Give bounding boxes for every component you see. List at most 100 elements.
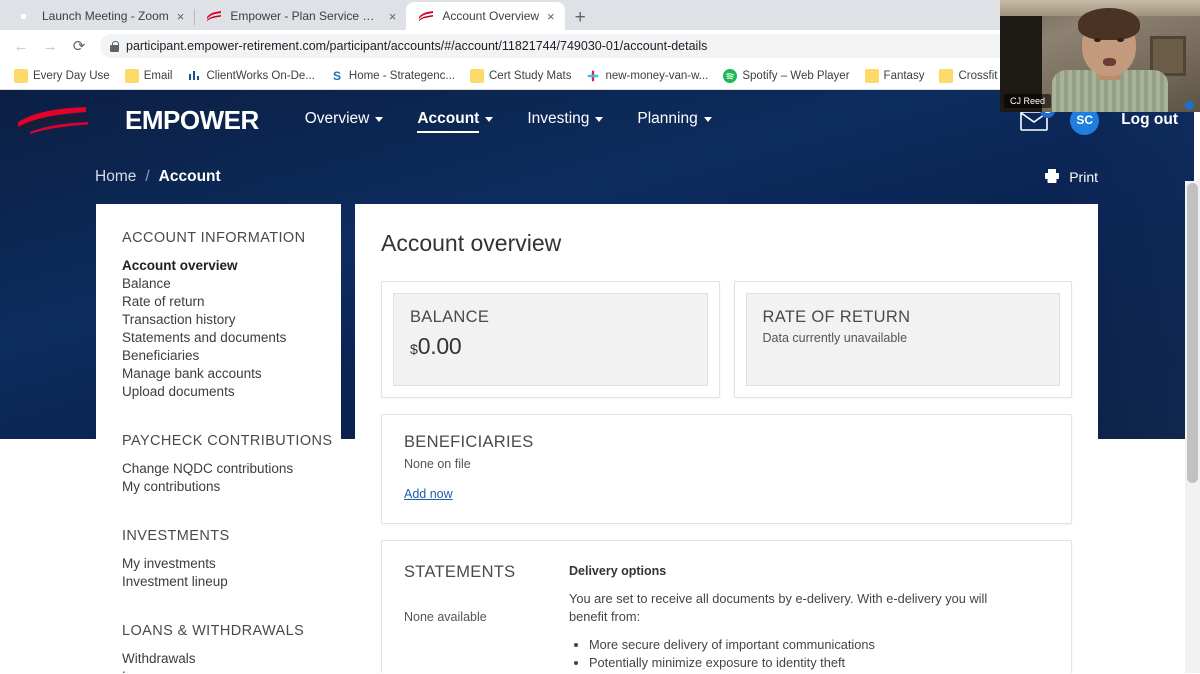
sidebar-item-my-investments[interactable]: My investments: [122, 555, 341, 573]
new-tab-button[interactable]: +: [575, 8, 586, 27]
clientworks-icon: [187, 68, 202, 83]
breadcrumb: Home / Account: [95, 168, 221, 186]
slack-icon: [586, 68, 601, 83]
sidebar-item-upload-documents[interactable]: Upload documents: [122, 383, 341, 401]
forward-icon[interactable]: →: [37, 33, 63, 59]
bookmark-item[interactable]: S Home - Strategenc...: [324, 67, 461, 85]
sidebar-item-rate-of-return[interactable]: Rate of return: [122, 293, 341, 311]
bookmark-item[interactable]: Every Day Use: [8, 67, 116, 85]
bookmark-item[interactable]: Email: [119, 67, 179, 85]
page-content: ACCOUNT INFORMATION Account overview Bal…: [0, 204, 1200, 673]
delivery-options: Delivery options You are set to receive …: [569, 559, 1049, 672]
printer-icon: [1044, 168, 1060, 186]
bookmark-label: ClientWorks On-De...: [206, 69, 315, 82]
folder-icon: [864, 68, 879, 83]
balance-label: BALANCE: [410, 308, 490, 326]
empower-logo[interactable]: EMPOWER: [16, 105, 259, 136]
chevron-down-icon: [375, 117, 384, 122]
empower-logo-icon: [16, 105, 116, 135]
sidebar-item-withdrawals[interactable]: Withdrawals: [122, 650, 341, 668]
page-title: Account overview: [381, 230, 562, 256]
sidebar-item-loans[interactable]: Loans: [122, 668, 341, 673]
add-beneficiary-link[interactable]: Add now: [404, 487, 453, 501]
breadcrumb-home[interactable]: Home: [95, 168, 136, 186]
close-icon[interactable]: ×: [547, 10, 555, 23]
chevron-down-icon: [485, 117, 494, 122]
webcam-participant-name: CJ Reed: [1004, 94, 1052, 108]
sidebar-item-my-contributions[interactable]: My contributions: [122, 478, 341, 496]
browser-tab-zoom[interactable]: Launch Meeting - Zoom ×: [6, 2, 195, 30]
webcam-person-eye-left: [1094, 38, 1101, 42]
logout-button[interactable]: Log out: [1121, 111, 1178, 129]
list-item: Potentially minimize exposure to identit…: [589, 654, 1049, 672]
statements-left: STATEMENTS None available: [404, 559, 569, 672]
primary-nav: Overview Account Investing Planning: [305, 109, 712, 133]
folder-icon: [939, 68, 954, 83]
breadcrumb-bar: Home / Account Print: [0, 150, 1200, 204]
tab-title: Account Overview: [442, 9, 540, 23]
reload-icon[interactable]: ⟳: [66, 33, 92, 59]
beneficiaries-label: BENEFICIARIES: [404, 433, 534, 451]
bookmark-item[interactable]: Spotify – Web Player: [717, 67, 855, 85]
delivery-options-title: Delivery options: [569, 564, 667, 578]
nav-label: Overview: [304, 109, 370, 127]
bookmark-item[interactable]: new-money-van-w...: [580, 67, 714, 85]
balance-value: $ 0.00: [410, 333, 691, 360]
statements-status: None available: [404, 610, 487, 624]
delivery-options-body: You are set to receive all documents by …: [569, 591, 988, 624]
print-button[interactable]: Print: [1044, 168, 1184, 186]
close-icon[interactable]: ×: [177, 10, 185, 23]
sidebar-item-beneficiaries[interactable]: Beneficiaries: [122, 347, 341, 365]
nav-item-planning[interactable]: Planning: [637, 109, 712, 131]
browser-window: Launch Meeting - Zoom × Empower - Plan S…: [0, 0, 1200, 674]
messages-button[interactable]: 1: [1020, 102, 1056, 131]
bookmark-label: Spotify – Web Player: [742, 69, 850, 82]
spotify-icon: [723, 68, 738, 83]
bookmark-label: Home - Strategenc...: [348, 69, 455, 82]
folder-icon: [470, 68, 484, 83]
nav-item-investing[interactable]: Investing: [527, 109, 604, 131]
address-bar[interactable]: participant.empower-retirement.com/parti…: [100, 34, 1143, 58]
beneficiaries-status: None on file: [404, 457, 471, 471]
statements-layout: STATEMENTS None available Delivery optio…: [404, 559, 1049, 672]
main-content: Account overview BALANCE $ 0.00 RATE OF …: [355, 204, 1098, 673]
rate-card-inner: RATE OF RETURN Data currently unavailabl…: [745, 293, 1060, 386]
browser-tab-account-overview[interactable]: Account Overview ×: [406, 2, 565, 30]
nav-item-account[interactable]: Account: [417, 109, 494, 133]
sidebar-item-transaction-history[interactable]: Transaction history: [122, 311, 341, 329]
webcam-person-eye-right: [1117, 38, 1124, 42]
nav-item-overview[interactable]: Overview: [305, 110, 384, 131]
scrollbar-thumb[interactable]: [1187, 183, 1198, 483]
bookmark-item[interactable]: Fantasy: [859, 67, 931, 85]
sidebar: ACCOUNT INFORMATION Account overview Bal…: [96, 204, 341, 673]
sidebar-item-manage-bank-accounts[interactable]: Manage bank accounts: [122, 365, 341, 383]
balance-amount: 0.00: [417, 333, 462, 359]
rate-of-return-note: Data currently unavailable: [762, 331, 908, 345]
chevron-down-icon: [703, 117, 712, 122]
nav-label: Account: [417, 109, 480, 127]
webcam-status-indicator: [1185, 101, 1194, 110]
browser-tab-plan-service-center[interactable]: Empower - Plan Service Center ×: [194, 2, 407, 30]
sidebar-item-balance[interactable]: Balance: [122, 275, 341, 293]
sidebar-item-investment-lineup[interactable]: Investment lineup: [122, 573, 341, 591]
balance-card: BALANCE $ 0.00: [381, 281, 720, 398]
nav-label: Planning: [637, 109, 698, 127]
bookmark-item[interactable]: Cert Study Mats: [464, 67, 577, 85]
bookmark-item[interactable]: ClientWorks On-De...: [181, 67, 320, 85]
bookmark-label: Every Day Use: [33, 69, 110, 82]
nav-label: Investing: [527, 109, 590, 127]
sidebar-item-change-nqdc-contributions[interactable]: Change NQDC contributions: [122, 460, 341, 478]
sidebar-heading-investments: INVESTMENTS: [122, 528, 230, 544]
empower-icon: [418, 10, 434, 26]
sidebar-item-statements-and-documents[interactable]: Statements and documents: [122, 329, 341, 347]
sidebar-heading-account-information: ACCOUNT INFORMATION: [122, 230, 306, 246]
back-icon[interactable]: ←: [8, 33, 34, 59]
sidebar-item-account-overview[interactable]: Account overview: [122, 257, 341, 275]
tab-title: Launch Meeting - Zoom: [42, 9, 169, 23]
page-scrollbar[interactable]: [1185, 181, 1200, 673]
empower-icon: [206, 10, 222, 26]
strategenc-icon: S: [329, 68, 344, 83]
close-icon[interactable]: ×: [389, 10, 397, 23]
folder-icon: [14, 68, 28, 83]
list-item: More secure delivery of important commun…: [589, 636, 1049, 654]
